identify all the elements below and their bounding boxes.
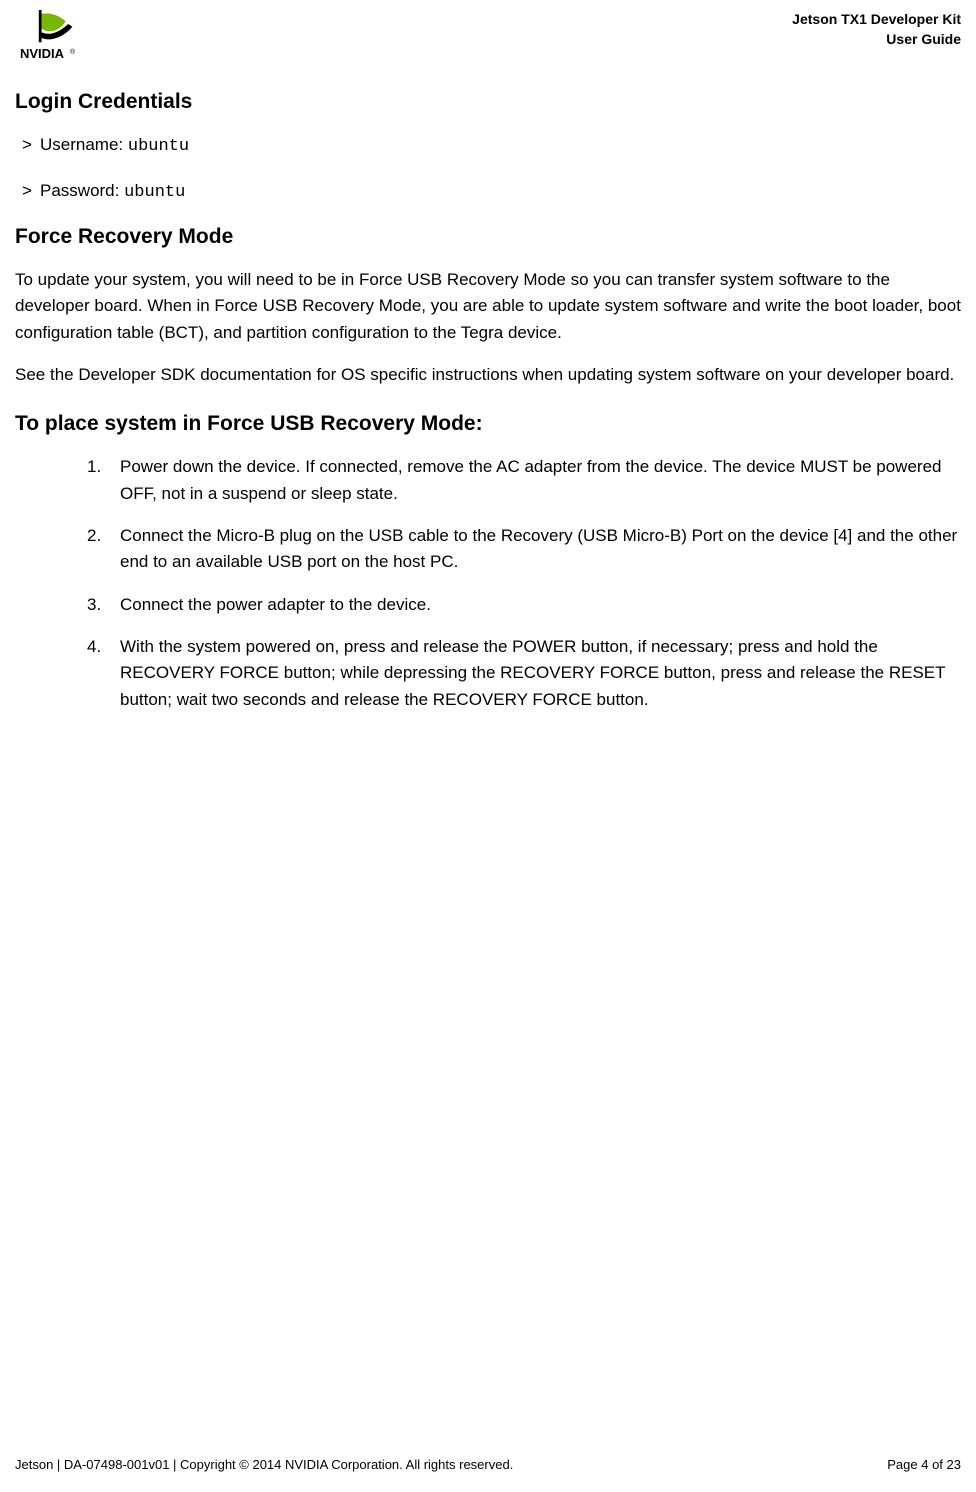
heading-recovery-steps: To place system in Force USB Recovery Mo… xyxy=(15,412,961,436)
header-title: Jetson TX1 Developer Kit User Guide xyxy=(792,10,961,49)
footer-right: Page 4 of 23 xyxy=(887,1457,961,1472)
svg-text:NVIDIA: NVIDIA xyxy=(20,46,65,60)
recovery-step: Power down the device. If connected, rem… xyxy=(120,454,961,507)
password-item: Password: ubuntu xyxy=(40,178,961,206)
password-value: ubuntu xyxy=(124,183,185,202)
force-recovery-p1: To update your system, you will need to … xyxy=(15,267,961,346)
header-title-line1: Jetson TX1 Developer Kit xyxy=(792,10,961,30)
username-item: Username: ubuntu xyxy=(40,132,961,160)
header-title-line2: User Guide xyxy=(792,30,961,50)
recovery-steps-list: Power down the device. If connected, rem… xyxy=(15,454,961,713)
recovery-step: With the system powered on, press and re… xyxy=(120,634,961,713)
footer-left: Jetson | DA-07498-001v01 | Copyright © 2… xyxy=(15,1457,513,1472)
heading-login-credentials: Login Credentials xyxy=(15,90,961,114)
nvidia-logo: NVIDIA ® xyxy=(15,10,93,60)
heading-force-recovery: Force Recovery Mode xyxy=(15,225,961,249)
login-credentials-list: Username: ubuntu Password: ubuntu xyxy=(15,132,961,205)
page-header: NVIDIA ® Jetson TX1 Developer Kit User G… xyxy=(15,10,961,60)
recovery-step: Connect the Micro-B plug on the USB cabl… xyxy=(120,523,961,576)
page-footer: Jetson | DA-07498-001v01 | Copyright © 2… xyxy=(15,1457,961,1472)
force-recovery-p2: See the Developer SDK documentation for … xyxy=(15,362,961,388)
svg-text:®: ® xyxy=(70,48,76,56)
username-value: ubuntu xyxy=(128,137,189,156)
password-label: Password: xyxy=(40,181,124,200)
recovery-step: Connect the power adapter to the device. xyxy=(120,592,961,618)
username-label: Username: xyxy=(40,135,128,154)
